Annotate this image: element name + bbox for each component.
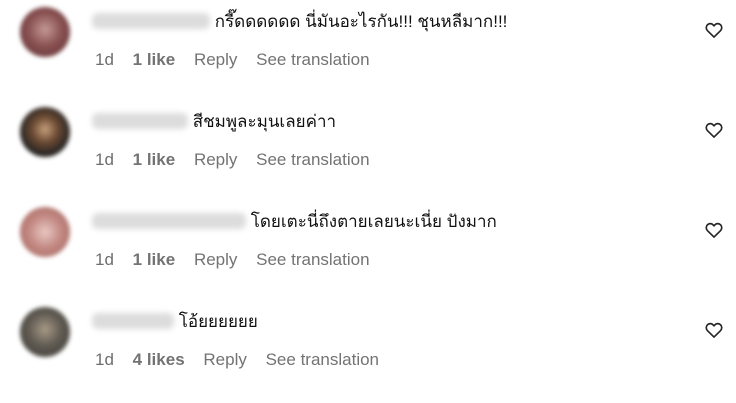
comment-time[interactable]: 1d (95, 49, 114, 71)
username-blurred[interactable] (92, 13, 210, 29)
comment-body: สีชมพูละมุนเลยค่าา (92, 110, 336, 134)
comment-meta: 1d 1 like Reply See translation (95, 49, 384, 71)
heart-outline-icon[interactable] (704, 220, 724, 240)
see-translation-button[interactable]: See translation (256, 249, 369, 271)
comment-likes[interactable]: 4 likes (133, 349, 185, 371)
comment-item: กรี๊ดดดดดด นี่มันอะไรกัน!!! ชุนหลีมาก!!!… (0, 0, 736, 100)
comment-text: โอ้ยยยยยย (178, 312, 258, 331)
heart-outline-icon[interactable] (704, 20, 724, 40)
avatar[interactable] (20, 7, 70, 57)
reply-button[interactable]: Reply (194, 49, 237, 71)
comment-meta: 1d 4 likes Reply See translation (95, 349, 393, 371)
comment-likes[interactable]: 1 like (133, 49, 176, 71)
comment-body: กรี๊ดดดดดด นี่มันอะไรกัน!!! ชุนหลีมาก!!! (92, 10, 507, 34)
username-blurred[interactable] (92, 113, 188, 129)
comment-text: กรี๊ดดดดดด นี่มันอะไรกัน!!! ชุนหลีมาก!!! (214, 12, 508, 31)
comment-text: โดยเตะนี่ถึงตายเลยนะเนี่ย ปังมาก (250, 212, 497, 231)
comment-item: สีชมพูละมุนเลยค่าา 1d 1 like Reply See t… (0, 100, 736, 200)
reply-button[interactable]: Reply (194, 149, 237, 171)
comment-time[interactable]: 1d (95, 349, 114, 371)
comment-time[interactable]: 1d (95, 249, 114, 271)
comment-time[interactable]: 1d (95, 149, 114, 171)
comment-body: โอ้ยยยยยย (92, 310, 258, 334)
see-translation-button[interactable]: See translation (256, 149, 369, 171)
avatar[interactable] (20, 107, 70, 157)
comment-body: โดยเตะนี่ถึงตายเลยนะเนี่ย ปังมาก (92, 210, 497, 234)
heart-outline-icon[interactable] (704, 320, 724, 340)
username-blurred[interactable] (92, 313, 174, 329)
comment-list: กรี๊ดดดดดด นี่มันอะไรกัน!!! ชุนหลีมาก!!!… (0, 0, 736, 403)
see-translation-button[interactable]: See translation (256, 49, 369, 71)
username-blurred[interactable] (92, 213, 246, 229)
comment-likes[interactable]: 1 like (133, 249, 176, 271)
comment-meta: 1d 1 like Reply See translation (95, 249, 384, 271)
comment-item: โดยเตะนี่ถึงตายเลยนะเนี่ย ปังมาก 1d 1 li… (0, 200, 736, 300)
see-translation-button[interactable]: See translation (266, 349, 379, 371)
comment-item: โอ้ยยยยยย 1d 4 likes Reply See translati… (0, 300, 736, 400)
avatar[interactable] (20, 307, 70, 357)
reply-button[interactable]: Reply (203, 349, 246, 371)
comment-meta: 1d 1 like Reply See translation (95, 149, 384, 171)
heart-outline-icon[interactable] (704, 120, 724, 140)
reply-button[interactable]: Reply (194, 249, 237, 271)
comment-text: สีชมพูละมุนเลยค่าา (192, 112, 337, 131)
comment-likes[interactable]: 1 like (133, 149, 176, 171)
avatar[interactable] (20, 207, 70, 257)
